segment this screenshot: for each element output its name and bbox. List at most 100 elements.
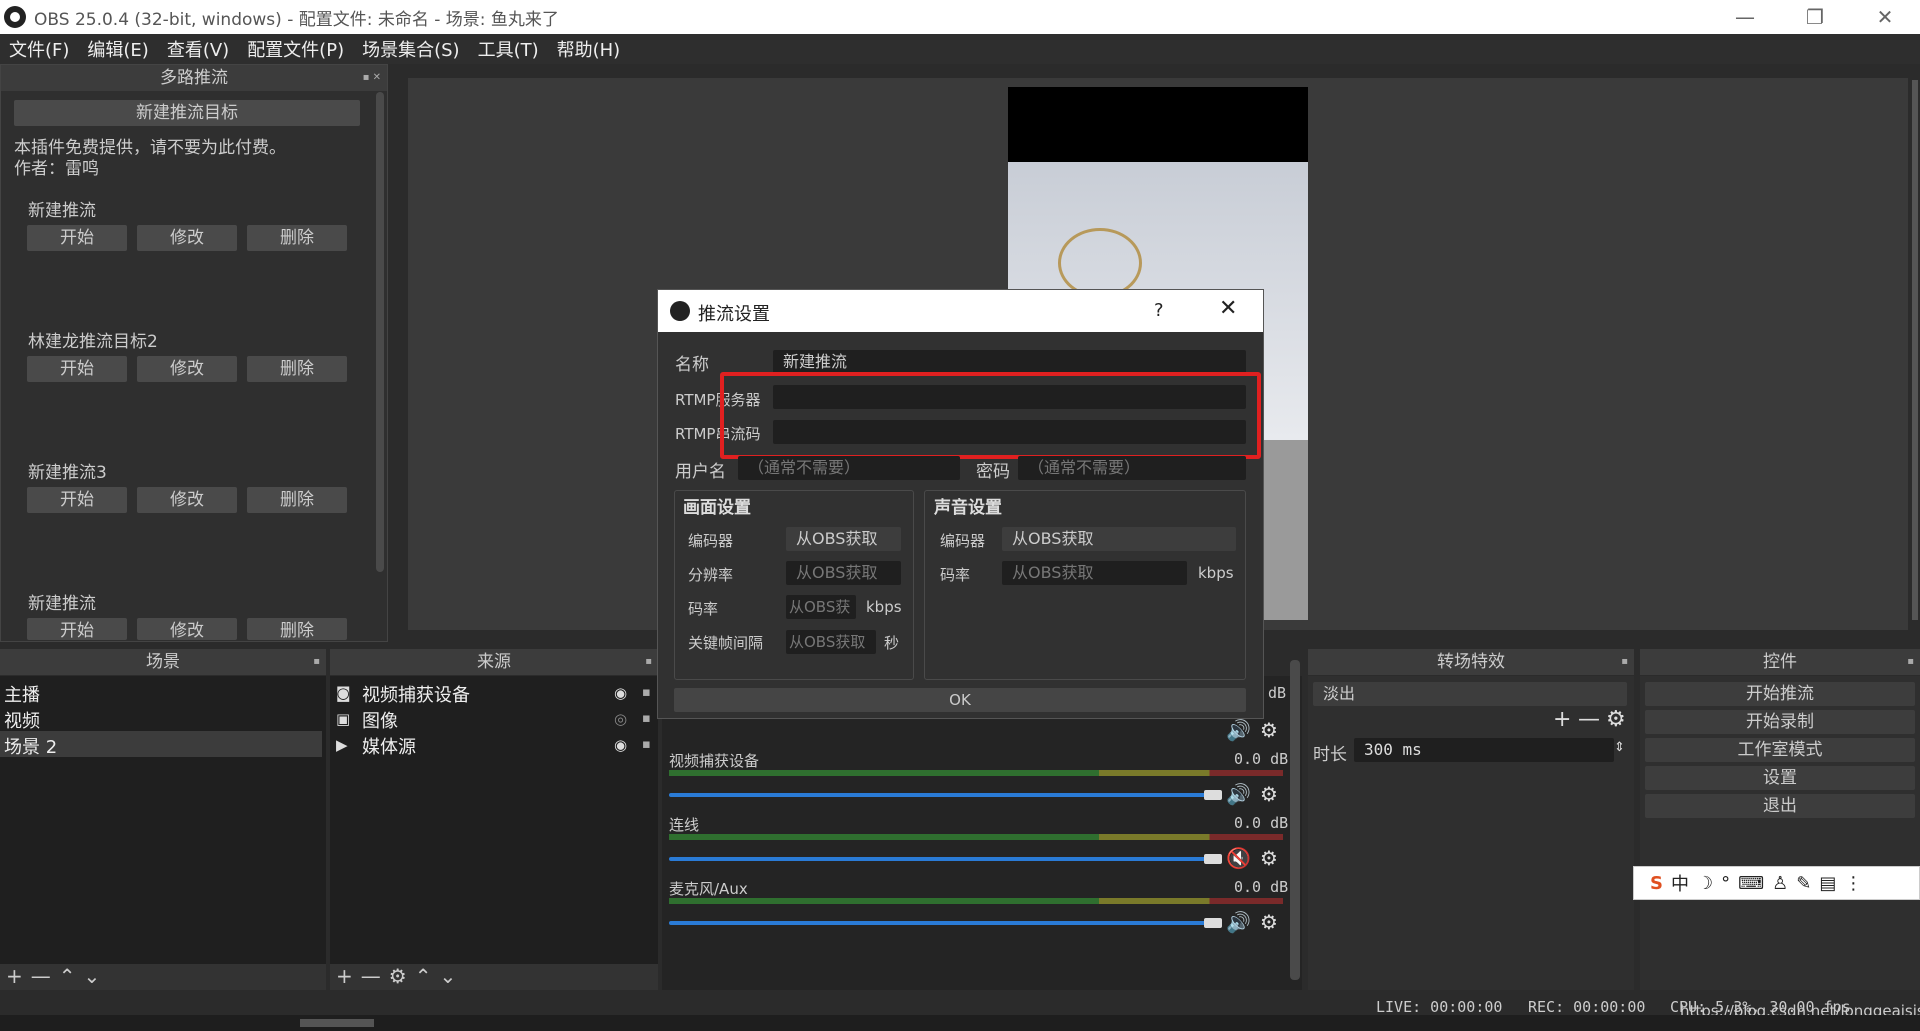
menu-tools[interactable]: 工具(T) [469,36,548,62]
ok-button[interactable]: OK [674,688,1246,712]
remove-scene-icon[interactable]: — [31,964,59,988]
keyboard-icon[interactable]: ⌨ [1738,873,1764,894]
target-edit-button[interactable]: 修改 [137,487,237,513]
keyframe-input[interactable]: 从OBS获取 [786,630,876,654]
volume-slider[interactable] [669,857,1209,861]
volume-knob[interactable] [1204,790,1222,800]
name-input[interactable]: 新建推流 [773,350,1246,374]
username-input[interactable]: （通常不需要） [738,456,960,480]
help-button[interactable]: ? [1154,300,1164,321]
move-down-icon[interactable]: ⌄ [84,964,109,988]
target-start-button[interactable]: 开始 [27,225,127,251]
move-up-icon[interactable]: ⌃ [59,964,84,988]
ime-chinese-toggle[interactable]: 中 [1671,870,1689,896]
close-window-button[interactable]: ✕ [1850,0,1920,34]
eye-icon[interactable]: ◉ [614,735,627,755]
start-recording-button[interactable]: 开始录制 [1645,710,1915,734]
gear-icon[interactable]: ⚙ [389,964,415,988]
video-encoder-select[interactable]: 从OBS获取 [786,527,901,551]
scene-item[interactable]: 视频 [4,707,40,733]
speaker-icon[interactable]: 🔊 [1226,912,1251,932]
image-icon: ▣ [336,710,351,728]
target-start-button[interactable]: 开始 [27,618,127,640]
gear-icon[interactable]: ⚙ [1260,912,1278,932]
exit-button[interactable]: 退出 [1645,794,1915,818]
logo-emblem-icon [1058,228,1142,298]
target-delete-button[interactable]: 删除 [247,618,347,640]
move-down-icon[interactable]: ⌄ [439,964,464,988]
studio-mode-button[interactable]: 工作室模式 [1645,738,1915,762]
remove-transition-icon[interactable]: — [1578,709,1600,731]
settings-button[interactable]: 设置 [1645,766,1915,790]
eye-icon[interactable]: ◉ [614,683,627,703]
target-edit-button[interactable]: 修改 [137,225,237,251]
menu-edit[interactable]: 编辑(E) [78,36,157,62]
mixer-channel-name: 视频捕获设备 [669,752,760,770]
password-input[interactable]: （通常不需要） [1018,456,1246,480]
eye-hidden-icon[interactable]: ◎ [614,709,627,729]
punctuation-icon[interactable]: ☽ [1697,873,1713,894]
target-delete-button[interactable]: 删除 [247,487,347,513]
close-icon[interactable]: ✕ [1219,296,1237,321]
preview-scrollbar[interactable] [1912,80,1918,620]
duration-input[interactable]: 300 ms [1354,738,1614,762]
multistream-scrollbar[interactable] [376,92,384,572]
volume-knob[interactable] [1204,854,1222,864]
target-delete-button[interactable]: 删除 [247,225,347,251]
dock-float-icon[interactable]: ▪ ✕ [363,65,381,91]
new-target-button[interactable]: 新建推流目标 [14,100,360,126]
gear-icon[interactable]: ⚙ [1606,709,1626,731]
minimize-button[interactable]: — [1710,0,1780,34]
mixer-scrollbar[interactable] [1290,660,1300,980]
gear-icon[interactable]: ⚙ [1260,784,1278,804]
volume-slider[interactable] [669,793,1209,797]
lock-icon[interactable]: ▪ [642,683,651,703]
add-source-icon[interactable]: + [336,964,361,988]
tools-icon[interactable]: ✎ [1796,873,1811,894]
spin-arrows-icon[interactable]: ⇕ [1614,738,1625,758]
target-edit-button[interactable]: 修改 [137,356,237,382]
speaker-icon[interactable]: 🔊 [1226,784,1251,804]
sogou-icon[interactable]: S [1650,873,1663,894]
scene-item[interactable]: 场景 2 [4,733,57,759]
add-scene-icon[interactable]: + [6,964,31,988]
lock-icon[interactable]: ▪ [642,735,651,755]
muted-speaker-icon[interactable]: 🔇 [1226,848,1251,868]
scene-item[interactable]: 主播 [4,681,40,707]
video-bitrate-input[interactable]: 从OBS获取 [786,595,856,619]
target-delete-button[interactable]: 删除 [247,356,347,382]
speaker-icon[interactable]: 🔊 [1226,720,1251,740]
volume-slider[interactable] [669,921,1209,925]
symbol-icon[interactable]: ° [1721,873,1730,894]
user-icon[interactable]: ♙ [1772,873,1788,894]
skin-icon[interactable]: ▤ [1819,873,1836,894]
camera-icon: ◙ [336,684,351,702]
start-streaming-button[interactable]: 开始推流 [1645,682,1915,706]
gear-icon[interactable]: ⚙ [1260,848,1278,868]
source-item[interactable]: 媒体源 [362,733,416,759]
status-scrollbar[interactable] [300,1019,374,1027]
target-edit-button[interactable]: 修改 [137,618,237,640]
menu-view[interactable]: 查看(V) [158,36,238,62]
remove-source-icon[interactable]: — [361,964,389,988]
move-up-icon[interactable]: ⌃ [415,964,440,988]
audio-bitrate-input[interactable]: 从OBS获取 [1002,561,1187,585]
menu-file[interactable]: 文件(F) [0,36,78,62]
resolution-input[interactable]: 从OBS获取 [786,561,901,585]
menu-help[interactable]: 帮助(H) [548,36,630,62]
transition-select[interactable]: 淡出 [1313,682,1627,706]
target-start-button[interactable]: 开始 [27,356,127,382]
volume-knob[interactable] [1204,918,1222,928]
transitions-header: 转场特效 ▪ [1308,649,1634,675]
add-transition-icon[interactable]: + [1553,709,1571,731]
gear-icon[interactable]: ⚙ [1260,720,1278,740]
menu-scene-collection[interactable]: 场景集合(S) [353,36,468,62]
source-item[interactable]: 视频捕获设备 [362,681,470,707]
menu-profile[interactable]: 配置文件(P) [238,36,353,62]
target-start-button[interactable]: 开始 [27,487,127,513]
audio-encoder-select[interactable]: 从OBS获取 [1002,527,1236,551]
source-item[interactable]: 图像 [362,707,398,733]
restore-button[interactable]: ❐ [1780,0,1850,34]
lock-icon[interactable]: ▪ [642,709,651,729]
more-icon[interactable]: ⋮ [1844,873,1862,894]
